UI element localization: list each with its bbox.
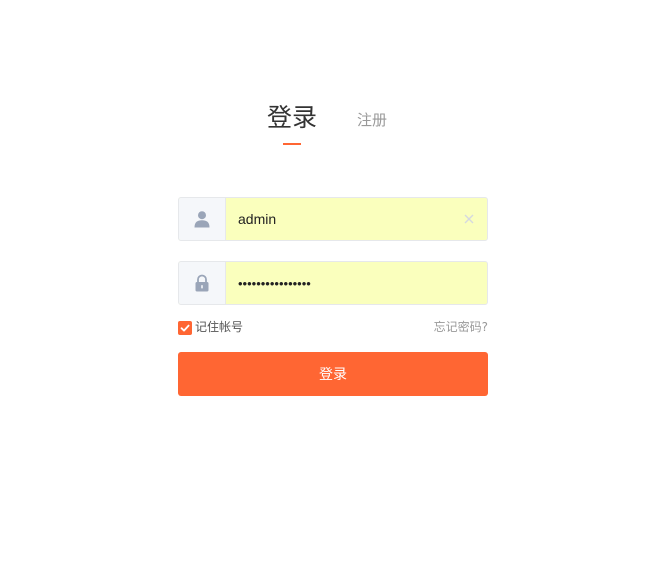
user-icon xyxy=(179,198,226,240)
active-tab-indicator xyxy=(283,143,301,145)
lock-icon xyxy=(179,262,226,304)
remember-label: 记住帐号 xyxy=(195,320,244,334)
login-button[interactable]: 登录 xyxy=(178,352,488,396)
forgot-password-link[interactable]: 忘记密码? xyxy=(434,320,488,335)
remember-checkbox[interactable] xyxy=(178,320,192,335)
username-input[interactable] xyxy=(226,198,487,240)
remember-account[interactable]: 记住帐号 xyxy=(178,320,243,335)
password-input[interactable] xyxy=(226,262,487,304)
username-field xyxy=(178,197,488,241)
login-page: 登录 注册 admin •••••••••••••••• 记住帐号 忘记密码? … xyxy=(0,0,654,562)
check-icon xyxy=(180,324,190,331)
tab-login[interactable]: 登录 xyxy=(267,100,317,136)
close-icon[interactable] xyxy=(461,211,477,227)
password-field xyxy=(178,261,488,305)
tab-register[interactable]: 注册 xyxy=(357,108,387,132)
